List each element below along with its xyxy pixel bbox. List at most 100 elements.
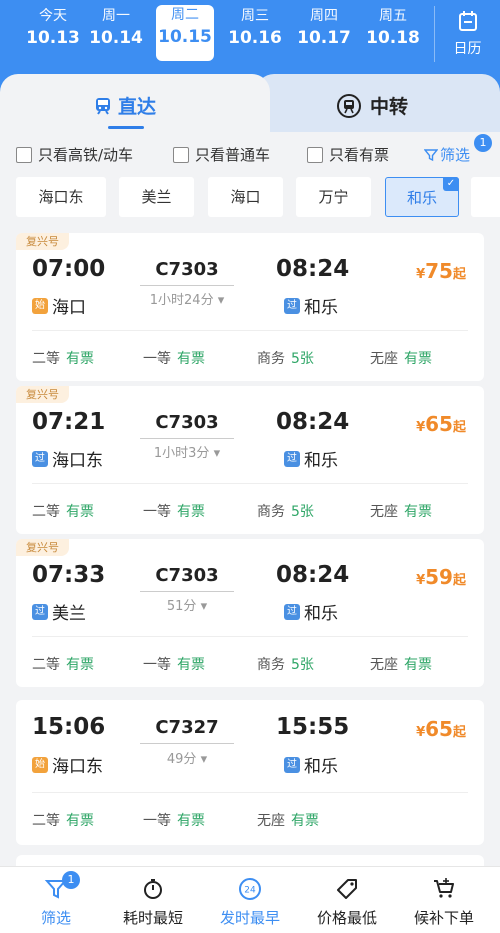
arrival-time: 15:55 — [276, 714, 350, 740]
train-type-tag: 复兴号 — [16, 386, 69, 403]
funnel-icon — [424, 148, 438, 161]
date-item-today[interactable]: 今天 10.13 — [22, 6, 84, 50]
duration[interactable]: 51分 ▾ — [140, 595, 234, 614]
seat-class: 一等 — [143, 813, 171, 829]
duration[interactable]: 49分 ▾ — [140, 748, 234, 767]
pass-mark-icon: 过 — [32, 450, 48, 467]
funnel-icon — [6, 875, 106, 903]
cart-add-icon — [394, 875, 494, 903]
arrival-station: 过 和乐 — [284, 599, 338, 624]
chevron-down-icon: ▾ — [200, 752, 208, 767]
seat-class: 商务 — [257, 657, 285, 673]
origin-mark-icon: 始 — [32, 756, 48, 773]
date-value: 10.14 — [89, 28, 143, 48]
nav-earliest-departure[interactable]: 24 发时最早 — [200, 875, 300, 928]
seat-class: 二等 — [32, 351, 60, 367]
seat-status: 有票 — [177, 657, 205, 673]
date-item-tue-selected[interactable]: 周二 10.15 — [156, 5, 214, 61]
train-card[interactable]: 15:06 C7327 49分 ▾ 15:55 始 海口东 过 和乐 ¥ 65 … — [16, 700, 484, 845]
departure-station: 过 海口东 — [32, 446, 103, 471]
seat-info: 二等 有票 — [32, 654, 94, 674]
nav-waitlist[interactable]: 候补下单 — [394, 875, 494, 928]
chevron-down-icon: ▾ — [213, 446, 221, 461]
seat-status: 有票 — [177, 504, 205, 520]
arrival-station: 过 和乐 — [284, 293, 338, 318]
nav-shortest-duration[interactable]: 耗时最短 — [103, 875, 203, 928]
seat-info: 一等 有票 — [143, 501, 205, 521]
price-currency: ¥ — [416, 573, 426, 588]
seat-class: 一等 — [143, 657, 171, 673]
seat-status: 有票 — [404, 351, 432, 367]
duration-text: 51分 — [166, 599, 197, 614]
normal-only-checkbox[interactable]: 只看普通车 — [173, 144, 270, 165]
filter-count-badge: 1 — [474, 134, 492, 152]
checkbox-box — [307, 146, 323, 163]
filter-row: 只看高铁/动车 只看普通车 只看有票 筛选 1 — [0, 132, 500, 174]
date-weekday: 周四 — [310, 8, 338, 24]
date-item-thu[interactable]: 周四 10.17 — [293, 6, 355, 50]
duration[interactable]: 1小时24分 ▾ — [140, 289, 234, 308]
stopwatch-icon — [103, 875, 203, 903]
seat-class: 无座 — [370, 504, 398, 520]
nav-filter[interactable]: 1 筛选 — [6, 871, 106, 928]
seat-info: 无座 有票 — [370, 654, 432, 674]
train-card[interactable]: 复兴号 07:21 C7303 1小时3分 ▾ 08:24 过 海口东 过 和乐… — [16, 386, 484, 534]
high-speed-only-checkbox[interactable]: 只看高铁/动车 — [16, 144, 133, 165]
station-chip-selected[interactable]: 和乐 ✓ — [385, 177, 459, 217]
date-weekday: 周二 — [171, 7, 199, 23]
seat-class: 二等 — [32, 504, 60, 520]
date-weekday: 周三 — [241, 8, 269, 24]
seat-info: 二等 有票 — [32, 348, 94, 368]
date-item-wed[interactable]: 周三 10.16 — [224, 6, 286, 50]
price-currency: ¥ — [416, 420, 426, 435]
pass-mark-icon: 过 — [284, 297, 300, 314]
nav-lowest-price[interactable]: 价格最低 — [297, 875, 397, 928]
price: ¥ 65 起 — [416, 412, 466, 436]
seat-status: 5张 — [291, 504, 314, 520]
available-only-checkbox[interactable]: 只看有票 — [307, 144, 389, 165]
train-card[interactable]: 复兴号 07:00 C7303 1小时24分 ▾ 08:24 始 海口 过 和乐… — [16, 233, 484, 381]
screen-filter-button[interactable]: 筛选 1 — [424, 134, 492, 165]
pass-mark-icon: 过 — [284, 756, 300, 773]
price-suffix: 起 — [452, 573, 466, 588]
tab-transfer[interactable]: 中转 — [336, 92, 408, 119]
date-bar: 今天 10.13 周一 10.14 周二 10.15 周三 10.16 周四 1… — [0, 0, 500, 74]
date-value: 10.16 — [228, 28, 282, 48]
seat-class: 一等 — [143, 351, 171, 367]
screen-filter-label: 筛选 — [440, 146, 471, 164]
arrival-station: 过 和乐 — [284, 446, 338, 471]
checkbox-label: 只看高铁/动车 — [38, 146, 134, 164]
tab-direct[interactable]: 直达 — [94, 92, 156, 119]
seat-status: 有票 — [177, 813, 205, 829]
station-chip-label: 和乐 — [406, 189, 437, 207]
station-chip[interactable]: 海口东 — [16, 177, 106, 217]
seat-status: 有票 — [66, 351, 94, 367]
seat-status: 有票 — [404, 657, 432, 673]
date-item-fri[interactable]: 周五 10.18 — [362, 6, 424, 50]
duration[interactable]: 1小时3分 ▾ — [140, 442, 234, 461]
station-chip-partial[interactable] — [471, 177, 500, 217]
train-type-tag: 复兴号 — [16, 233, 69, 250]
seat-info: 商务 5张 — [257, 654, 314, 674]
duration-text: 1小时3分 — [153, 446, 210, 461]
calendar-button[interactable]: 日历 — [434, 6, 500, 62]
seat-class: 二等 — [32, 657, 60, 673]
seat-status: 有票 — [66, 657, 94, 673]
price-suffix: 起 — [452, 725, 466, 740]
chevron-down-icon: ▾ — [217, 293, 225, 308]
seat-class: 无座 — [257, 813, 285, 829]
station-chip[interactable]: 万宁 — [296, 177, 371, 217]
train-card[interactable]: 复兴号 07:33 C7303 51分 ▾ 08:24 过 美兰 过 和乐 ¥ … — [16, 539, 484, 687]
departure-station: 始 海口东 — [32, 752, 103, 777]
nav-shortest-label: 耗时最短 — [122, 909, 183, 927]
nav-lowest-price-label: 价格最低 — [316, 909, 377, 927]
duration-text: 1小时24分 — [149, 293, 214, 308]
seat-info: 无座 有票 — [370, 501, 432, 521]
pass-mark-icon: 过 — [32, 603, 48, 620]
nav-earliest-label: 发时最早 — [219, 909, 280, 927]
train-number: C7303 — [155, 412, 219, 433]
date-item-mon[interactable]: 周一 10.14 — [85, 6, 147, 50]
station-chip[interactable]: 美兰 — [119, 177, 194, 217]
departure-time: 15:06 — [32, 714, 106, 740]
station-chip[interactable]: 海口 — [208, 177, 283, 217]
